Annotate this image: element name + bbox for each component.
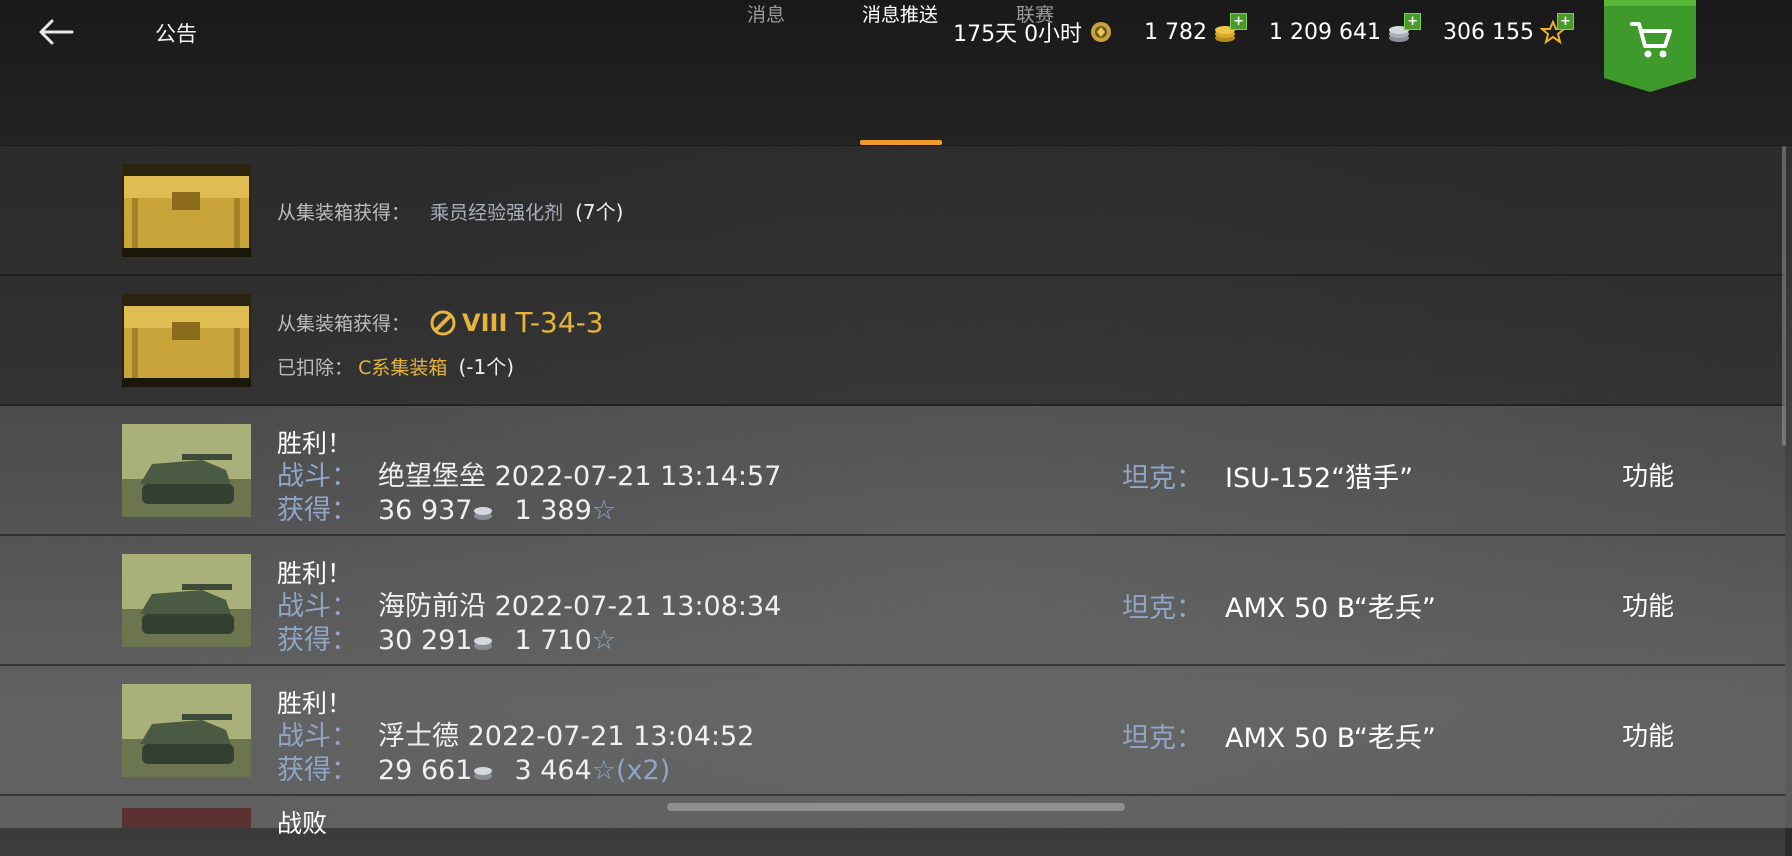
silver-coins-icon (474, 507, 493, 520)
free-xp-value: 306 155 (1443, 19, 1534, 45)
tank-image (122, 684, 251, 777)
add-credits-icon[interactable]: + (1404, 13, 1422, 30)
credits-value: 1 209 641 (1269, 19, 1382, 45)
item-quantity: (7个) (575, 200, 624, 224)
add-gold-icon[interactable]: + (1230, 13, 1248, 30)
star-xp-icon: ☆ (591, 495, 616, 526)
battle-rewards: 获得： 29 661 3 464☆(x2) (277, 748, 670, 787)
home-indicator-bar[interactable] (667, 803, 1125, 811)
container-chest-icon (122, 294, 251, 387)
tank-name: ISU-152“猎手” (1225, 463, 1414, 494)
battle-rewards: 获得： 30 291 1 710☆ (277, 618, 616, 657)
tank-name: AMX 50 B“老兵” (1225, 593, 1436, 624)
tab-message-push[interactable]: 消息推送 (862, 0, 938, 27)
gold-value: 1 782 (1144, 19, 1208, 45)
xp-earned: 3 464 (514, 755, 592, 786)
list-item[interactable]: 从集装箱获得： VIII T-34-3 已扣除： C系集装箱 (-1个) (0, 276, 1785, 406)
gold-currency[interactable]: 1 782 + (1144, 13, 1248, 45)
credits-currency[interactable]: 1 209 641 + (1269, 13, 1422, 45)
xp-earned: 1 710 (514, 625, 592, 656)
tank-image (122, 554, 251, 647)
credits-earned: 30 291 (378, 625, 473, 656)
list-item[interactable]: 从集装箱获得： 乘员经验强化剂 (7个) (0, 146, 1785, 276)
credits-earned: 29 661 (378, 755, 473, 786)
tank-name: AMX 50 B“老兵” (1225, 723, 1436, 754)
silver-coins-icon (474, 767, 493, 780)
vertical-scrollbar[interactable] (1782, 146, 1786, 446)
tank-label: 坦克： (1122, 593, 1203, 624)
tank-info: 坦克： AMX 50 B“老兵” (1122, 586, 1436, 625)
list-item[interactable]: 胜利！ 战斗： 海防前沿 2022-07-21 13:08:34 获得： 30 29… (0, 536, 1785, 666)
tab-messages[interactable]: 消息 (747, 0, 785, 27)
list-item[interactable]: 胜利！ 战斗： 浮士德 2022-07-21 13:04:52 获得： 29 661… (0, 666, 1785, 796)
function-button[interactable]: 功能 (1622, 586, 1674, 623)
silver-coins-icon (474, 637, 493, 650)
tank-info: 坦克： ISU-152“猎手” (1122, 456, 1413, 495)
add-xp-icon[interactable]: + (1557, 13, 1574, 30)
silver-coins-icon: + (1387, 13, 1422, 45)
removed-item: C系集装箱 (358, 357, 448, 379)
star-xp-icon: ☆ (591, 755, 616, 786)
tank-name: T-34-3 (515, 306, 604, 339)
xp-earned: 1 389 (514, 495, 592, 526)
star-xp-icon: + (1539, 13, 1574, 45)
star-xp-icon: ☆ (591, 625, 616, 656)
source-label: 从集装箱获得： (277, 313, 411, 335)
message-list: 从集装箱获得： 乘员经验强化剂 (7个) 从集装箱获得： VIII T-34-3… (0, 146, 1785, 856)
removed-quantity: (-1个) (458, 355, 515, 379)
tab-league[interactable]: 联赛 (1016, 0, 1054, 27)
list-item[interactable]: 胜利！ 战斗： 绝望堡垒 2022-07-21 13:14:57 获得： 36 93… (0, 406, 1785, 536)
earn-label: 获得： (277, 625, 358, 656)
source-label: 从集装箱获得： (277, 202, 411, 224)
item-name: 乘员经验强化剂 (430, 202, 564, 224)
page-title: 公告 (155, 22, 197, 46)
battle-rewards: 获得： 36 937 1 389☆ (277, 488, 616, 527)
back-arrow-icon[interactable] (36, 12, 76, 52)
container-chest-icon (122, 164, 251, 257)
earn-label: 获得： (277, 495, 358, 526)
premium-icon (1091, 22, 1112, 42)
gold-coins-icon: + (1213, 13, 1248, 45)
tank-tier: VIII (462, 308, 508, 337)
battle-result: 战败 (277, 809, 328, 838)
elite-tank-icon (430, 310, 456, 335)
shop-cart-button[interactable] (1604, 0, 1696, 92)
tank-image (122, 424, 251, 517)
function-button[interactable]: 功能 (1622, 716, 1674, 753)
earn-label: 获得： (277, 755, 358, 786)
top-bar: 公告 175天 0小时 1 782 + 1 209 641 + 306 155 (0, 0, 1792, 146)
tank-info: 坦克： AMX 50 B“老兵” (1122, 716, 1436, 755)
tank-label: 坦克： (1122, 723, 1203, 754)
credits-earned: 36 937 (378, 495, 473, 526)
removed-label: 已扣除： (277, 357, 354, 379)
tank-label: 坦克： (1122, 463, 1203, 494)
tank-image (122, 808, 251, 828)
xp-multiplier: (x2) (616, 755, 671, 786)
free-xp-currency[interactable]: 306 155 + (1443, 13, 1574, 45)
function-button[interactable]: 功能 (1622, 456, 1674, 493)
